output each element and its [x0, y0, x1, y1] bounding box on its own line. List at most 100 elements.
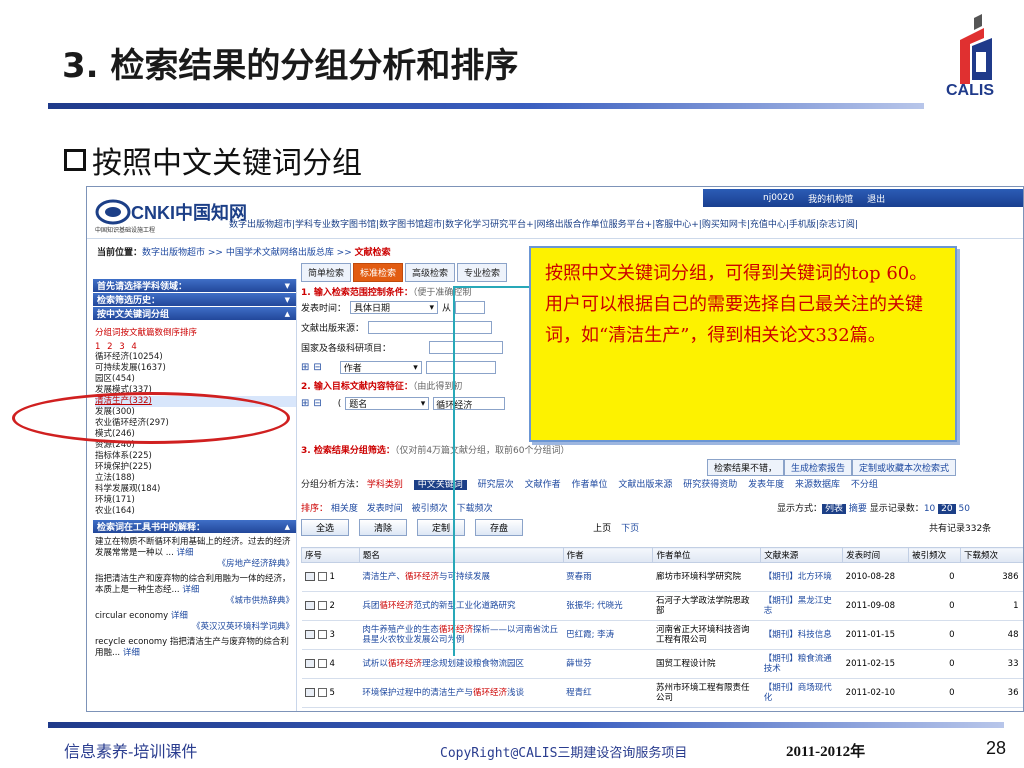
sort-relevance[interactable]: 相关度: [331, 504, 358, 514]
keyword-item[interactable]: 科学发展观(184): [95, 484, 296, 495]
per-page-10[interactable]: 10: [924, 504, 935, 514]
col-date[interactable]: 发表时间: [842, 547, 910, 563]
minus-icon[interactable]: ⊟: [313, 398, 321, 409]
plus-icon[interactable]: ⊞: [301, 362, 309, 373]
result-author[interactable]: 张振华; 代晓光: [563, 591, 653, 621]
keyword-item[interactable]: 环境保护(225): [95, 462, 296, 473]
my-library-link[interactable]: 我的机构馆: [808, 192, 853, 205]
definition-detail-link[interactable]: 详细: [182, 585, 199, 595]
display-list-button[interactable]: 列表: [822, 504, 847, 514]
result-author[interactable]: 贾春雨: [563, 562, 653, 592]
col-author[interactable]: 作者: [562, 547, 654, 563]
col-downloads[interactable]: 下载频次: [960, 547, 1023, 563]
row-checkbox[interactable]: [317, 601, 327, 610]
subject-field-header[interactable]: 首先请选择学科领域： ▼: [93, 279, 296, 292]
table-row[interactable]: 1 清洁生产、循环经济与可持续发展 贾春雨 廊坊市环境科学研究院 【期刊】北方环境 201…: [301, 562, 1023, 592]
group-none[interactable]: 不分组: [851, 480, 878, 490]
col-cited[interactable]: 被引频次: [908, 547, 962, 563]
table-row[interactable]: 3 肉牛养殖产业的生态循环经济探析——以河南省沈丘县星火农牧业发展公司为例 巴红霞;…: [301, 620, 1023, 650]
minus-icon[interactable]: ⊟: [313, 362, 321, 373]
result-author[interactable]: 程青红: [563, 678, 653, 708]
result-title[interactable]: 肉牛养殖产业的生态循环经济探析——以河南省沈丘县星火农牧业发展公司为例: [359, 620, 564, 650]
keyword-item[interactable]: 指标体系(225): [95, 451, 296, 462]
col-source[interactable]: 文献来源: [760, 547, 844, 563]
col-org[interactable]: 作者单位: [652, 547, 762, 563]
per-page-20[interactable]: 20: [938, 504, 956, 514]
per-page-50[interactable]: 50: [958, 504, 969, 514]
sort-date[interactable]: 发表时间: [367, 504, 403, 514]
group-source[interactable]: 文献出版来源: [618, 480, 672, 490]
result-title[interactable]: 清洁生产、循环经济与可持续发展: [359, 562, 564, 592]
result-author[interactable]: 薛世芬: [563, 649, 653, 679]
generate-report-button[interactable]: 生成检索报告: [784, 459, 853, 476]
tab-simple-search[interactable]: 简单检索: [301, 263, 352, 282]
result-title[interactable]: 环境保护过程中的清洁生产与循环经济浅谈: [359, 678, 564, 708]
table-row[interactable]: 4 试析以循环经济理念规划建设粮食物流园区 薛世芬 国贸工程设计院 【期刊】粮食流通技术…: [301, 649, 1023, 679]
prev-page-link[interactable]: 上页: [593, 521, 611, 534]
group-level[interactable]: 研究层次: [478, 480, 514, 490]
keyword-item[interactable]: 环境(171): [95, 495, 296, 506]
result-source[interactable]: 【期刊】科技信息: [760, 620, 843, 650]
table-row[interactable]: 2 兵团循环经济范式的新型工业化道路研究 张振华; 代晓光 石河子大学政法学院思政部【…: [301, 591, 1023, 621]
next-page-link[interactable]: 下页: [621, 521, 639, 534]
breadcrumb-path[interactable]: 数字出版物超市 >> 中国学术文献网络出版总库 >>: [142, 248, 352, 258]
definition-source[interactable]: 《房地产经济辞典》: [95, 559, 294, 570]
pub-time-select[interactable]: 具体日期 ▾: [350, 301, 439, 314]
result-title[interactable]: 兵团循环经济范式的新型工业化道路研究: [359, 591, 564, 621]
group-author[interactable]: 文献作者: [525, 480, 561, 490]
logout-link[interactable]: 退出: [867, 192, 885, 205]
save-query-button[interactable]: 定制或收藏本次检索式: [852, 459, 957, 476]
keyword-item[interactable]: 园区(454): [95, 374, 296, 385]
display-summary-button[interactable]: 摘要: [849, 504, 867, 514]
save-button[interactable]: 存盘: [475, 519, 524, 536]
result-source[interactable]: 【期刊】粮食流通技术: [760, 649, 843, 679]
definition-detail-link[interactable]: 详细: [171, 611, 188, 621]
group-org[interactable]: 作者单位: [571, 480, 607, 490]
tool-book-header[interactable]: 检索词在工具书中的解释： ▲: [93, 520, 296, 533]
keyword-item[interactable]: 循环经济(10254): [95, 352, 296, 363]
keyword-pager[interactable]: 1 2 3 4: [95, 342, 296, 352]
result-title[interactable]: 试析以循环经济理念规划建设粮食物流园区: [359, 649, 564, 679]
keyword-group-header[interactable]: 按中文关键词分组 ▲: [93, 307, 296, 320]
select-all-button[interactable]: 全选: [301, 519, 350, 536]
sort-downloads[interactable]: 下载频次: [457, 504, 493, 514]
row-checkbox[interactable]: [317, 659, 327, 668]
col-title[interactable]: 题名: [358, 547, 564, 563]
row-checkbox[interactable]: [317, 630, 327, 639]
result-source[interactable]: 【期刊】北方环境: [760, 562, 843, 592]
clear-button[interactable]: 清除: [359, 519, 408, 536]
tab-professional-search[interactable]: 专业检索: [457, 263, 508, 282]
table-row[interactable]: 5 环境保护过程中的清洁生产与循环经济浅谈 程青红 苏州市环境工程有限责任公司 【期刊】…: [301, 678, 1023, 708]
group-db[interactable]: 来源数据库: [795, 480, 840, 490]
filter-history-header[interactable]: 检索筛选历史： ▼: [93, 293, 296, 306]
row-checkbox[interactable]: [317, 572, 327, 581]
sort-cited[interactable]: 被引频次: [412, 504, 448, 514]
keyword-item[interactable]: 可持续发展(1637): [95, 363, 296, 374]
result-author[interactable]: 巴红霞; 李涛: [563, 620, 653, 650]
plus-icon[interactable]: ⊞: [301, 398, 309, 409]
date-from-input[interactable]: [455, 301, 486, 314]
source-input[interactable]: [368, 321, 493, 334]
definition-detail-link[interactable]: 详细: [123, 648, 140, 658]
tab-advanced-search[interactable]: 高级检索: [405, 263, 456, 282]
author-select[interactable]: 作者 ▾: [339, 361, 422, 374]
author-input[interactable]: [425, 361, 496, 374]
group-subject[interactable]: 学科类别: [367, 480, 403, 490]
group-fund[interactable]: 研究获得资助: [683, 480, 737, 490]
definition-detail-link[interactable]: 详细: [177, 548, 194, 558]
fund-input[interactable]: [429, 341, 504, 354]
result-source[interactable]: 【期刊】商场现代化: [760, 678, 843, 708]
keyword-item[interactable]: 立法(188): [95, 473, 296, 484]
result-source[interactable]: 【期刊】黑龙江史志: [760, 591, 843, 621]
keyword-item[interactable]: 农业(164): [95, 506, 296, 517]
title-keyword-input[interactable]: 循环经济: [433, 397, 506, 411]
col-no[interactable]: 序号: [301, 547, 360, 563]
group-keyword[interactable]: 中文关键词: [413, 480, 467, 490]
title-field-select[interactable]: 题名 ▾: [345, 397, 430, 410]
definition-source[interactable]: 《英汉汉英环境科学词典》: [95, 622, 294, 633]
service-links[interactable]: 数字出版物超市|学科专业数字图书馆|数字图书馆超市|数字化学习研究平台+|网络出…: [229, 217, 858, 230]
row-checkbox[interactable]: [317, 688, 327, 697]
definition-source[interactable]: 《城市供热辞典》: [95, 596, 294, 607]
group-year[interactable]: 发表年度: [748, 480, 784, 490]
customize-button[interactable]: 定制: [417, 519, 466, 536]
